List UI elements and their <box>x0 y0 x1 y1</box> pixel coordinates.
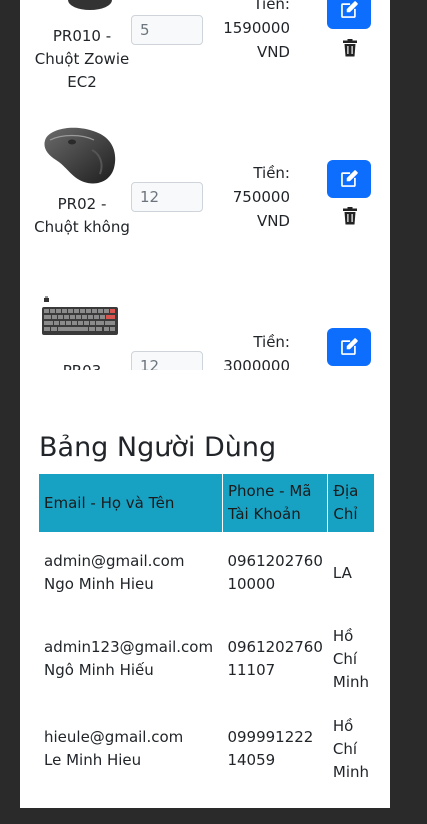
trash-icon[interactable] <box>342 39 358 57</box>
cell-address: Hồ Chí Minh <box>332 716 369 781</box>
user-phone: 0961202760 <box>227 552 323 570</box>
quantity-input[interactable]: 12 <box>131 351 203 370</box>
product-name: PR02 - Chuột không <box>34 195 130 236</box>
product-name: PR03 <box>34 360 130 370</box>
cell-phone-id: 0961202760 11107 <box>222 614 327 704</box>
trash-icon[interactable] <box>342 207 358 225</box>
quantity-input[interactable]: 12 <box>131 182 203 212</box>
pencil-square-icon <box>341 338 358 355</box>
user-id: 11107 <box>227 661 276 679</box>
product-image-keyboard <box>42 296 118 335</box>
product-name: PR010 - Chuột Zowie EC2 <box>34 27 130 91</box>
user-email: admin@gmail.com <box>44 552 185 570</box>
product-price: Tiền: 750000 VND <box>232 164 290 230</box>
product-price: Tiền: 3000000 <box>223 333 290 370</box>
cell-phone-id: 0961202760 10000 <box>222 532 327 614</box>
user-phone: 099991222 <box>227 728 314 746</box>
cart-item: PR010 - Chuột Zowie EC2 5 Tiền: 1590000 … <box>20 0 390 130</box>
user-email: admin123@gmail.com <box>44 638 214 656</box>
column-header-address: Địa Chỉ <box>327 474 374 532</box>
edit-button[interactable] <box>327 0 371 29</box>
user-name: Ngo Minh Hieu <box>44 575 154 593</box>
user-id: 14059 <box>227 751 276 769</box>
users-table: Email - Họ và Tên Phone - Mã Tài Khoản Đ… <box>39 474 374 794</box>
cart-item: PR02 - Chuột không 12 Tiền: 750000 VND <box>20 127 390 298</box>
user-name: Ngô Minh Hiếu <box>44 661 154 679</box>
cell-phone-id: 099991222 14059 <box>222 704 327 794</box>
cell-email-name: hieule@gmail.com Le Minh Hieu <box>39 704 222 794</box>
pencil-square-icon <box>341 170 358 187</box>
edit-button[interactable] <box>327 328 371 366</box>
product-price: Tiền: 1590000 VND <box>223 0 290 61</box>
pencil-square-icon <box>341 1 358 18</box>
cell-address: Hồ Chí Minh <box>332 626 369 691</box>
edit-button[interactable] <box>327 160 371 198</box>
cart-item: PR03 12 Tiền: 3000000 <box>20 295 390 370</box>
cell-email-name: admin@gmail.com Ngo Minh Hieu <box>39 532 222 614</box>
table-row: hieule@gmail.com Le Minh Hieu 099991222 … <box>39 704 374 794</box>
table-row: admin123@gmail.com Ngô Minh Hiếu 0961202… <box>39 614 374 704</box>
table-row: admin@gmail.com Ngo Minh Hieu 0961202760… <box>39 532 374 614</box>
cell-address: LA <box>332 563 352 582</box>
column-header-phone: Phone - Mã Tài Khoản <box>222 474 329 532</box>
user-phone: 0961202760 <box>227 638 323 656</box>
cell-email-name: admin123@gmail.com Ngô Minh Hiếu <box>39 614 222 704</box>
page-content: PR010 - Chuột Zowie EC2 5 Tiền: 1590000 … <box>20 0 390 808</box>
quantity-input[interactable]: 5 <box>131 15 203 45</box>
column-header-email: Email - Họ và Tên <box>39 474 223 532</box>
cart-products-scroll[interactable]: PR010 - Chuột Zowie EC2 5 Tiền: 1590000 … <box>20 0 390 370</box>
table-header-row: Email - Họ và Tên Phone - Mã Tài Khoản Đ… <box>39 474 374 532</box>
user-name: Le Minh Hieu <box>44 751 142 769</box>
user-id: 10000 <box>227 575 276 593</box>
product-image-mouse <box>44 127 116 184</box>
users-table-title: Bảng Người Dùng <box>39 432 277 463</box>
user-email: hieule@gmail.com <box>44 728 184 746</box>
product-image-mouse <box>68 0 112 10</box>
